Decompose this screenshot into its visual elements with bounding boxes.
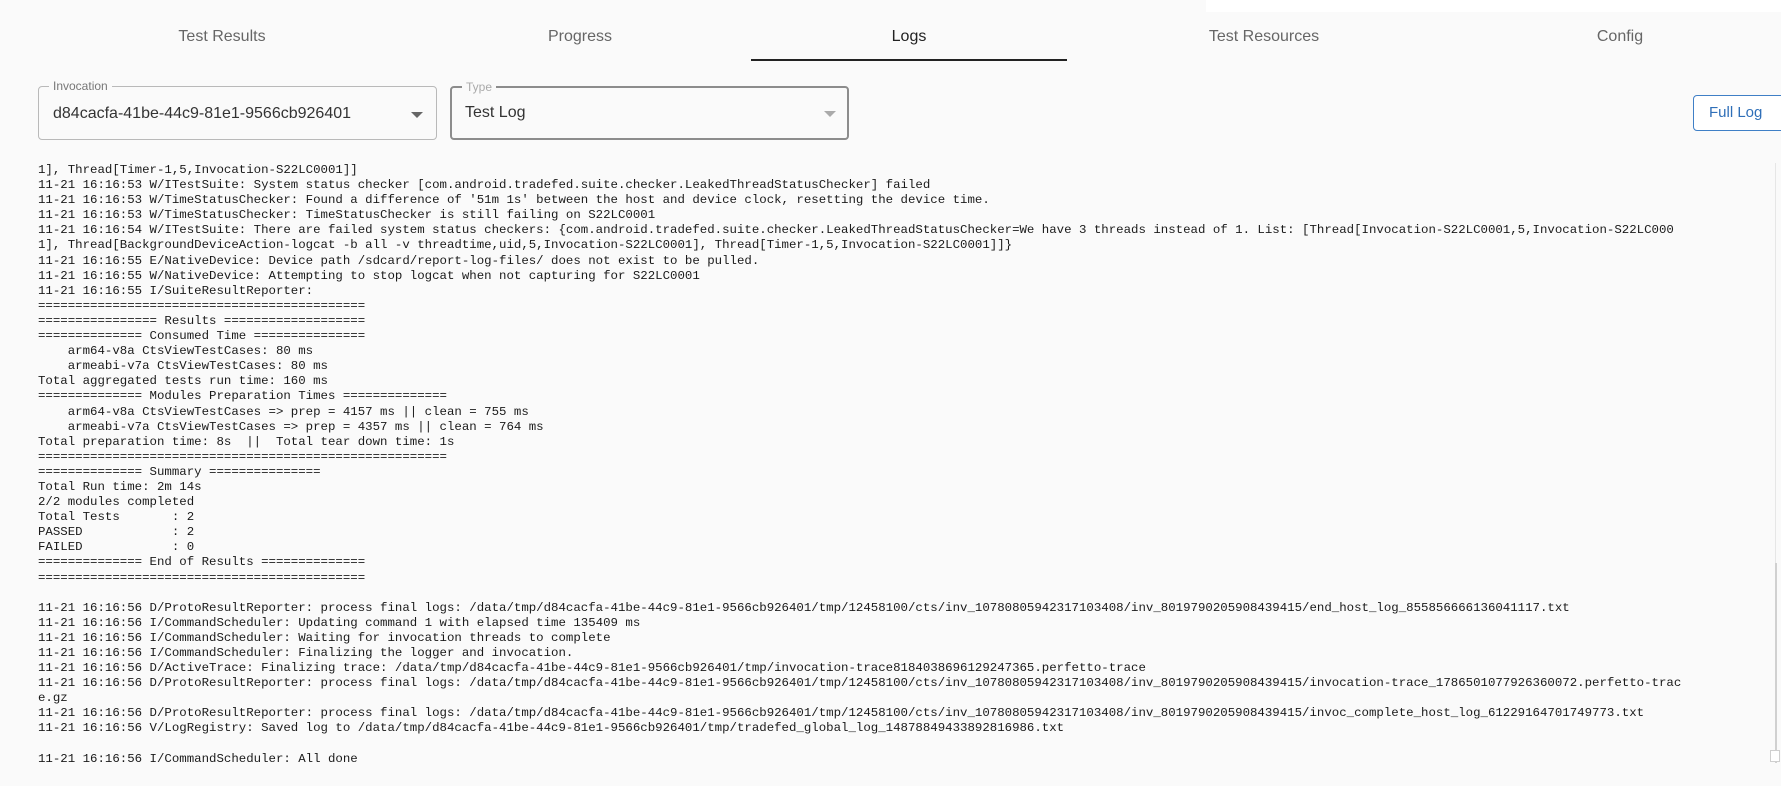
type-value: Test Log: [465, 104, 526, 121]
full-log-button[interactable]: Full Log: [1693, 95, 1781, 131]
tab-bar: Test Results Progress Logs Test Resource…: [0, 0, 1781, 62]
chevron-down-icon: [824, 111, 836, 117]
active-tab-indicator: [751, 59, 1067, 61]
log-output: 1], Thread[Timer-1,5,Invocation-S22LC000…: [38, 163, 1682, 766]
tab-progress[interactable]: Progress: [420, 0, 740, 62]
scroll-track: [1775, 163, 1776, 563]
invocation-select[interactable]: Invocation d84cacfa-41be-44c9-81e1-9566c…: [38, 78, 437, 140]
log-scrollbar[interactable]: [1769, 163, 1781, 778]
tab-config[interactable]: Config: [1460, 0, 1780, 62]
scroll-thumb[interactable]: [1775, 563, 1777, 763]
tab-test-resources[interactable]: Test Resources: [1104, 0, 1424, 62]
resize-handle-icon[interactable]: [1770, 750, 1780, 762]
invocation-value: d84cacfa-41be-44c9-81e1-9566cb926401: [53, 105, 352, 122]
tab-test-results[interactable]: Test Results: [62, 0, 382, 62]
tab-logs[interactable]: Logs: [751, 0, 1067, 62]
type-select[interactable]: Type Test Log: [450, 79, 849, 140]
chevron-down-icon: [411, 112, 423, 118]
